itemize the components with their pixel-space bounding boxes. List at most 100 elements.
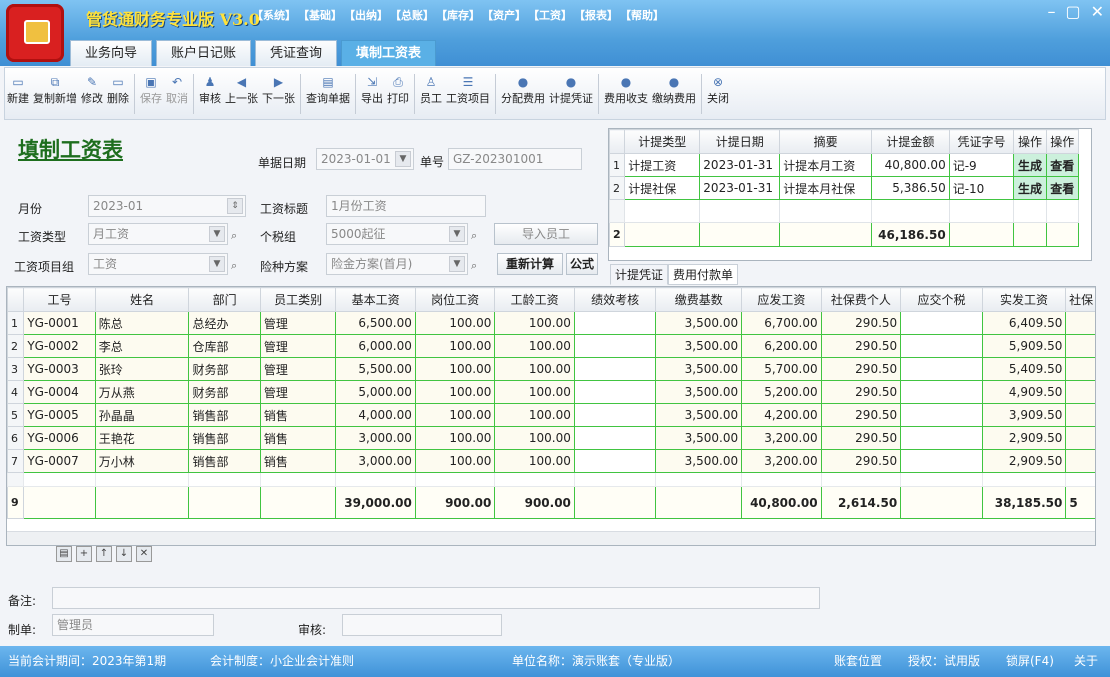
toolbar-delete-button[interactable]: ▭ 删除 [105, 74, 131, 106]
salary-row[interactable]: 6 YG-0006 王艳花 销售部 销售 3,000.00 100.00 100.00 3,50… [7, 426, 1095, 450]
toolbar-save-button[interactable]: ▣ 保存 [138, 74, 164, 106]
menu-item[interactable]: 【出纳】 [344, 7, 388, 23]
subtab-1[interactable]: 费用付款单 [668, 264, 739, 285]
salary-header-cell[interactable]: 岗位工资 [414, 287, 496, 312]
toolbar-edit-button[interactable]: ✎ 修改 [79, 74, 105, 106]
accrual-cell [1045, 199, 1080, 223]
tab-2[interactable]: 凭证查询 [255, 40, 338, 66]
move-up-icon[interactable]: ↑ [96, 546, 112, 562]
add-row-icon[interactable]: + [76, 546, 92, 562]
group-select[interactable]: 工资 ▼ ⌕ [88, 253, 237, 275]
menu-item[interactable]: 【资产】 [482, 7, 526, 23]
toolbar-close-button[interactable]: ⊗ 关闭 [705, 74, 731, 106]
menu-item[interactable]: 【总账】 [390, 7, 434, 23]
salary-header-cell[interactable]: 工龄工资 [494, 287, 575, 312]
salary-row[interactable]: 1 YG-0001 陈总 总经办 管理 6,500.00 100.00 100.00 3,500… [7, 311, 1095, 335]
toolbar-expense-button[interactable]: ● 费用收支 [602, 74, 650, 106]
salary-row[interactable]: 7 YG-0007 万小林 销售部 销售 3,000.00 100.00 100.00 3,50… [7, 449, 1095, 473]
accrual-action-button[interactable]: 生成 [1013, 176, 1047, 200]
accrual-row[interactable]: 1 计提工资 2023-01-31 计提本月工资 40,800.00 记-9 生成 查看 [609, 153, 1080, 177]
subtab-0[interactable]: 计提凭证 [610, 264, 669, 285]
remark-field[interactable] [52, 587, 820, 609]
salary-cell: 5 [7, 403, 25, 427]
toolbar-voucher-button[interactable]: ● 计提凭证 [547, 74, 595, 106]
doc-no-field[interactable]: GZ-202301001 [448, 148, 582, 170]
date-field[interactable]: 2023-01-01 ▼ [316, 148, 414, 170]
salary-header-cell[interactable]: 基本工资 [335, 287, 416, 312]
maximize-icon[interactable]: ▢ [1065, 2, 1080, 21]
toolbar-allocate-button[interactable]: ● 分配费用 [499, 74, 547, 106]
tab-3[interactable]: 填制工资表 [341, 40, 437, 66]
insurance-select[interactable]: 险金方案(首月) ▼ ⌕ [326, 253, 477, 275]
move-down-icon[interactable]: ↓ [116, 546, 132, 562]
accrual-cell: 2023-01-31 [699, 176, 781, 200]
salary-header-cell[interactable]: 社保 [1065, 287, 1095, 312]
accrual-action-button[interactable]: 查看 [1045, 153, 1080, 177]
salary-cell: 3,000.00 [335, 426, 416, 450]
toolbar: ▭ 新建 ⧉ 复制新增 ✎ 修改 ▭ 删除 ▣ 保存 ↶ 取消 ♟ 审核 ◀ 上一张 ▶ 下一张 ▤ 查询单据 ⇲ 导出 ⎙… [4, 67, 1106, 120]
toolbar-pay-button[interactable]: ● 缴纳费用 [650, 74, 698, 106]
salary-header-cell[interactable]: 应交个税 [900, 287, 983, 312]
salary-header-cell[interactable]: 绩效考核 [573, 287, 657, 312]
menu-item[interactable]: 【报表】 [574, 7, 618, 23]
status-lock[interactable]: 锁屏(F4) [1006, 646, 1054, 677]
salary-header-cell[interactable]: 应发工资 [741, 287, 822, 312]
salary-header-cell[interactable]: 姓名 [94, 287, 190, 312]
menu-item[interactable]: 【库存】 [436, 7, 480, 23]
recalculate-button[interactable]: 重新计算 [497, 253, 563, 275]
salary-row[interactable]: 5 YG-0005 孙晶晶 销售部 销售 4,000.00 100.00 100.00 3,50… [7, 403, 1095, 427]
toolbar-separator [134, 74, 135, 114]
salary-header-cell[interactable]: 社保费个人 [820, 287, 902, 312]
toolbar-undo-button[interactable]: ↶ 取消 [164, 74, 190, 106]
month-field[interactable]: 2023-01 ⇕ [88, 195, 246, 217]
accrual-action-button[interactable]: 查看 [1045, 176, 1080, 200]
salary-cell [1065, 334, 1095, 358]
salary-header-cell[interactable]: 缴费基数 [655, 287, 743, 312]
auditor-field[interactable] [342, 614, 502, 636]
toolbar-new-button[interactable]: ▭ 新建 [5, 74, 31, 106]
salary-header-cell[interactable] [7, 287, 25, 312]
menu-item[interactable]: 【基础】 [298, 7, 342, 23]
status-location[interactable]: 账套位置 [834, 646, 882, 677]
toolbar-export-button[interactable]: ⇲ 导出 [359, 74, 385, 106]
salary-sum-cell: 38,185.50 [981, 486, 1067, 519]
salary-row[interactable]: 3 YG-0003 张玲 财务部 管理 5,500.00 100.00 100.00 3,500… [7, 357, 1095, 381]
tax-group-select[interactable]: 5000起征 ▼ ⌕ [326, 223, 477, 245]
toolbar-next-button[interactable]: ▶ 下一张 [260, 74, 297, 106]
horizontal-scrollbar[interactable] [7, 531, 1095, 545]
menu-item[interactable]: 【帮助】 [620, 7, 664, 23]
minimize-icon[interactable]: – [1047, 2, 1055, 21]
salary-header-cell[interactable]: 部门 [188, 287, 261, 312]
toolbar-employee-button[interactable]: ♙ 员工 [418, 74, 444, 106]
salary-header-cell[interactable]: 工号 [23, 287, 96, 312]
export-row-icon[interactable]: ▤ [56, 546, 72, 562]
toolbar-query-button[interactable]: ▤ 查询单据 [304, 74, 352, 106]
status-license[interactable]: 授权：试用版 [908, 646, 980, 677]
accrual-action-button[interactable]: 生成 [1013, 153, 1047, 177]
toolbar-prev-button[interactable]: ◀ 上一张 [223, 74, 260, 106]
salary-header-cell[interactable]: 员工类别 [259, 287, 337, 312]
salary-row[interactable]: 2 YG-0002 李总 仓库部 管理 6,000.00 100.00 100.00 3,500… [7, 334, 1095, 358]
salary-header-cell[interactable]: 实发工资 [981, 287, 1067, 312]
accrual-row[interactable]: 2 计提社保 2023-01-31 计提本月社保 5,386.50 记-10 生成 查看 [609, 176, 1080, 200]
salary-row[interactable]: 4 YG-0004 万从燕 财务部 管理 5,000.00 100.00 100.00 3,50… [7, 380, 1095, 404]
menu-item[interactable]: 【系统】 [252, 7, 296, 23]
formula-button[interactable]: 公式 [566, 253, 598, 275]
tab-0[interactable]: 业务向导 [70, 40, 153, 66]
toolbar-list-button[interactable]: ☰ 工资项目 [444, 74, 492, 106]
maker-field[interactable]: 管理员 [52, 614, 214, 636]
close-window-icon[interactable]: ✕ [1091, 2, 1104, 21]
tab-1[interactable]: 账户日记账 [156, 40, 252, 66]
salary-title-field[interactable]: 1月份工资 [326, 195, 486, 217]
salary-cell [573, 334, 657, 358]
delete-row-icon[interactable]: ✕ [136, 546, 152, 562]
menu-item[interactable]: 【工资】 [528, 7, 572, 23]
toolbar-print-button[interactable]: ⎙ 打印 [385, 74, 411, 106]
toolbar-audit-button[interactable]: ♟ 审核 [197, 74, 223, 106]
type-select[interactable]: 月工资 ▼ ⌕ [88, 223, 237, 245]
salary-cell [1065, 472, 1095, 487]
status-about[interactable]: 关于 [1074, 646, 1098, 677]
accrual-cell [779, 199, 872, 223]
toolbar-copy-button[interactable]: ⧉ 复制新增 [31, 74, 79, 106]
import-employees-button[interactable]: 导入员工 [494, 223, 598, 245]
